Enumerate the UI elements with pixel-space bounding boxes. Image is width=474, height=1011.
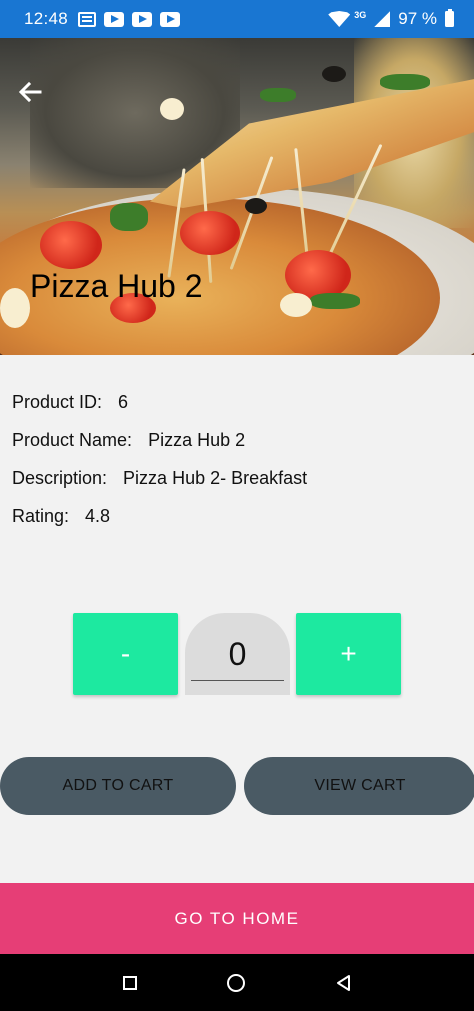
go-to-home-button[interactable]: GO TO HOME	[0, 883, 474, 954]
youtube-notification-icon	[160, 11, 181, 27]
notification-icons	[78, 11, 181, 27]
description-row: Description: Pizza Hub 2- Breakfast	[12, 459, 307, 497]
product-id-value: 6	[118, 391, 129, 412]
product-id-row: Product ID: 6	[12, 383, 307, 421]
product-id-label: Product ID:	[12, 391, 103, 412]
description-value: Pizza Hub 2- Breakfast	[123, 467, 308, 488]
product-name-row: Product Name: Pizza Hub 2	[12, 421, 307, 459]
battery-icon	[445, 9, 454, 27]
message-notification-icon	[78, 11, 97, 27]
status-time: 12:48	[24, 9, 69, 28]
decrease-quantity-button[interactable]: -	[73, 613, 178, 695]
product-name-value: Pizza Hub 2	[148, 429, 246, 450]
back-icon[interactable]	[335, 974, 351, 992]
product-details: Product ID: 6 Product Name: Pizza Hub 2 …	[12, 383, 307, 535]
quantity-underline	[191, 679, 284, 681]
quantity-input[interactable]: 0	[185, 613, 290, 695]
back-arrow-icon[interactable]	[14, 76, 46, 108]
system-status-icons: 3G 97 %	[328, 9, 454, 29]
network-type-label: 3G	[354, 10, 367, 20]
battery-percent: 97 %	[398, 9, 437, 28]
view-cart-button[interactable]: VIEW CART	[244, 757, 474, 815]
add-to-cart-button[interactable]: ADD TO CART	[0, 757, 236, 815]
signal-icon	[374, 11, 391, 27]
product-title: Pizza Hub 2	[30, 268, 203, 304]
quantity-value: 0	[228, 635, 247, 672]
product-image: Pizza Hub 2	[0, 38, 474, 355]
system-nav-bar	[0, 954, 474, 1011]
rating-row: Rating: 4.8	[12, 497, 307, 535]
wifi-icon	[328, 11, 351, 27]
description-label: Description:	[12, 467, 108, 488]
youtube-notification-icon	[104, 11, 125, 27]
youtube-notification-icon	[132, 11, 153, 27]
rating-label: Rating:	[12, 505, 70, 526]
recent-apps-icon[interactable]	[123, 975, 137, 990]
product-name-label: Product Name:	[12, 429, 133, 450]
home-icon[interactable]	[227, 973, 245, 992]
increase-quantity-button[interactable]: +	[296, 613, 401, 695]
status-bar: 12:48 3G 97 %	[0, 0, 474, 38]
rating-value: 4.8	[85, 505, 111, 526]
